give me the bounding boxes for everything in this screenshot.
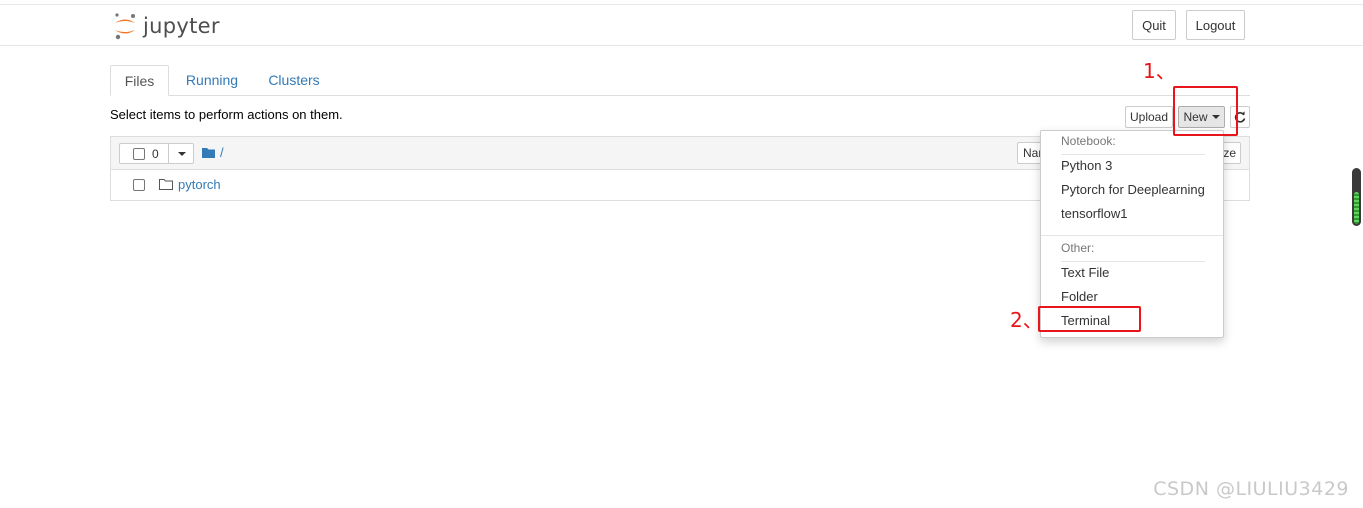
menu-item-pytorch-deeplearning[interactable]: Pytorch for Deeplearning xyxy=(1061,182,1205,197)
breadcrumb-path[interactable]: / xyxy=(220,145,224,160)
scrollbar[interactable] xyxy=(1352,168,1361,226)
annotation-box-terminal xyxy=(1038,306,1141,332)
jupyter-logo-icon xyxy=(115,13,135,40)
selection-hint: Select items to perform actions on them. xyxy=(110,107,343,122)
menu-item-python3[interactable]: Python 3 xyxy=(1061,158,1112,173)
selected-count: 0 xyxy=(152,146,159,161)
menu-item-text-file[interactable]: Text File xyxy=(1061,265,1109,280)
annotation-step-1: 1、 xyxy=(1143,59,1176,83)
select-all-group[interactable]: 0 xyxy=(119,143,194,164)
divider xyxy=(168,144,169,163)
menu-divider xyxy=(1041,235,1223,236)
item-link[interactable]: pytorch xyxy=(178,177,221,192)
watermark: CSDN @LIULIU3429 xyxy=(1153,478,1349,500)
tab-files[interactable]: Files xyxy=(110,65,169,96)
select-all-checkbox[interactable] xyxy=(133,147,145,160)
upload-button[interactable]: Upload xyxy=(1125,106,1173,128)
menu-item-folder[interactable]: Folder xyxy=(1061,289,1098,304)
breadcrumb: / xyxy=(202,145,224,160)
menu-divider xyxy=(1061,261,1205,262)
caret-down-icon[interactable] xyxy=(178,152,186,156)
scrollbar-thumb[interactable] xyxy=(1354,192,1359,224)
annotation-step-2: 2、 xyxy=(1010,308,1043,332)
jupyter-logo-text: jupyter xyxy=(143,14,220,38)
menu-item-tensorflow1[interactable]: tensorflow1 xyxy=(1061,206,1127,221)
jupyter-logo[interactable]: jupyter xyxy=(113,11,220,41)
tab-running[interactable]: Running xyxy=(176,65,248,95)
folder-icon[interactable] xyxy=(202,147,215,158)
tab-clusters[interactable]: Clusters xyxy=(258,65,330,95)
item-checkbox[interactable] xyxy=(133,179,145,191)
logout-button[interactable]: Logout xyxy=(1186,10,1245,40)
folder-icon xyxy=(159,179,173,190)
menu-header-notebook: Notebook: xyxy=(1061,134,1116,148)
menu-divider xyxy=(1061,154,1205,155)
tab-bar: Files Running Clusters xyxy=(110,65,1250,96)
menu-header-other: Other: xyxy=(1061,241,1095,255)
annotation-box-new xyxy=(1173,86,1238,136)
quit-button[interactable]: Quit xyxy=(1132,10,1176,40)
header-bar: jupyter Quit Logout xyxy=(0,5,1363,46)
